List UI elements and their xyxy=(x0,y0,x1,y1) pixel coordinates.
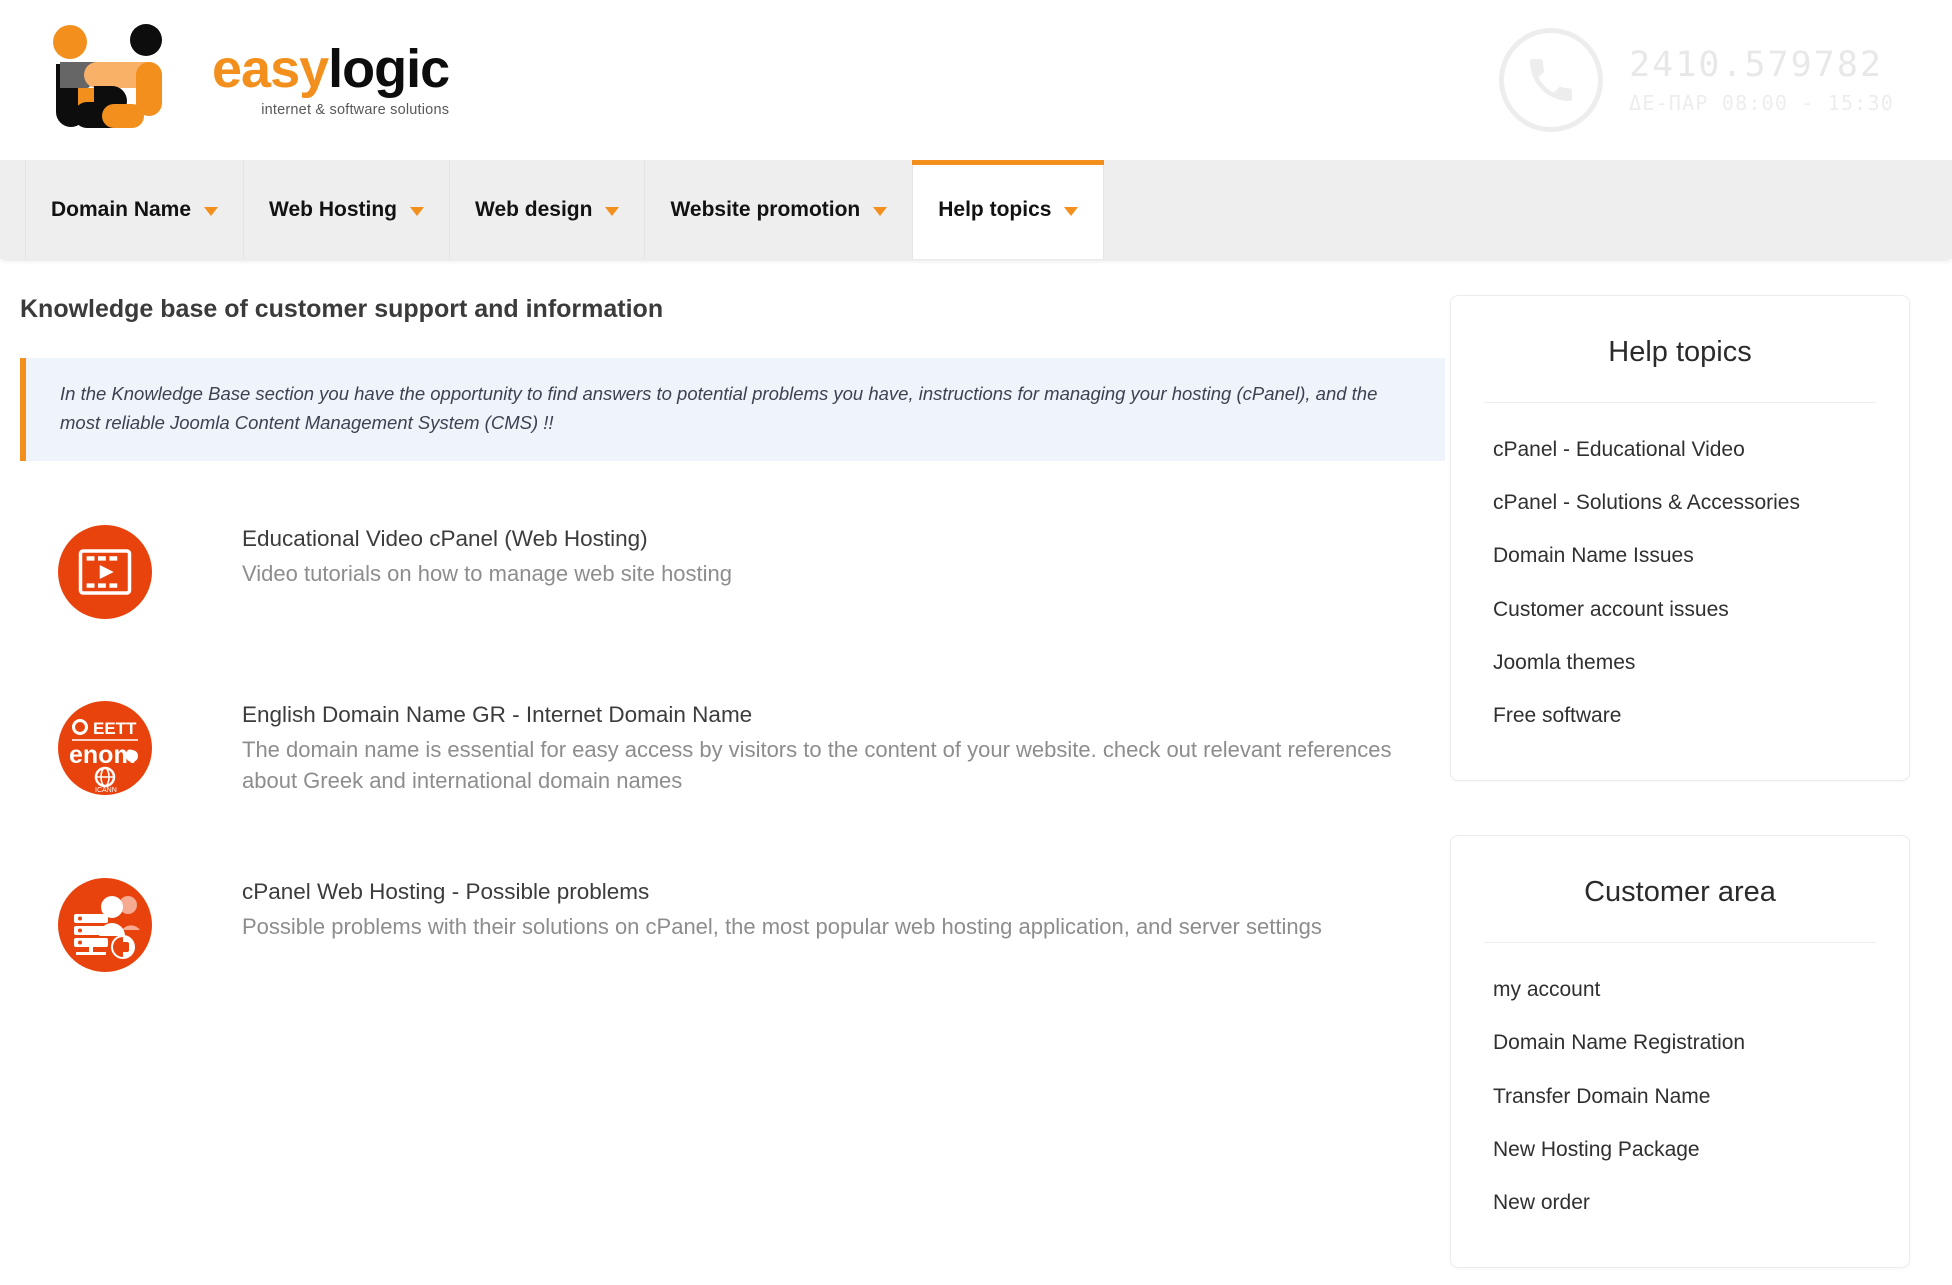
article-description: The domain name is essential for easy ac… xyxy=(242,737,1392,793)
chevron-down-icon xyxy=(873,206,888,216)
logo-tagline: internet & software solutions xyxy=(261,102,450,119)
logo-word-easy: easy xyxy=(212,39,329,100)
chevron-down-icon xyxy=(605,206,620,216)
page-title: Knowledge base of customer support and i… xyxy=(20,295,664,323)
nav-item-label: Web Hosting xyxy=(269,197,397,221)
help-topics-panel-title: Help topics xyxy=(1608,336,1752,368)
svg-text:EETT: EETT xyxy=(93,719,137,738)
chevron-down-icon xyxy=(204,206,219,216)
customer-area-item-new-order[interactable]: New order xyxy=(1451,1176,1909,1229)
phone-icon xyxy=(1499,28,1604,132)
registrar-logos-icon: EETT enom ICANN xyxy=(58,701,152,796)
nav-item-domain-name[interactable]: Domain Name xyxy=(25,160,245,259)
page-body: Knowledge base of customer support and i… xyxy=(0,259,1952,1285)
site-header: easylogic internet & software solutions … xyxy=(0,0,1952,160)
customer-area-item-domain-name-registration[interactable]: Domain Name Registration xyxy=(1451,1016,1909,1069)
customer-area-item-transfer-domain-name[interactable]: Transfer Domain Name xyxy=(1451,1070,1909,1123)
divider xyxy=(1484,402,1876,403)
svg-text:ICANN: ICANN xyxy=(95,787,117,794)
article-title[interactable]: English Domain Name GR - Internet Domain… xyxy=(242,701,1422,730)
nav-item-web-design[interactable]: Web design xyxy=(449,160,646,259)
customer-area-panel: Customer area my account Domain Name Reg… xyxy=(1450,835,1910,1269)
svg-text:enom: enom xyxy=(69,741,136,769)
article-item[interactable]: cPanel Web Hosting - Possible problems P… xyxy=(20,874,1450,972)
main-navigation: Domain Name Web Hosting Web design Websi… xyxy=(0,160,1952,259)
nav-item-website-promotion[interactable]: Website promotion xyxy=(644,160,914,259)
server-users-cpanel-icon xyxy=(58,877,152,972)
help-topic-item-free-software[interactable]: Free software xyxy=(1451,689,1909,742)
article-item[interactable]: EETT enom ICANN English Domain Name GR -… xyxy=(20,697,1450,796)
help-topic-item-cpanel-educational-video[interactable]: cPanel - Educational Video xyxy=(1451,423,1909,476)
article-description: Possible problems with their solutions o… xyxy=(242,913,1322,939)
logo-word-logic: logic xyxy=(328,39,450,100)
help-topic-item-joomla-themes[interactable]: Joomla themes xyxy=(1451,636,1909,689)
header-contact: 2410.579782 ΔΕ-ΠΑΡ 08:00 - 15:30 xyxy=(1499,28,1894,132)
nav-item-help-topics[interactable]: Help topics xyxy=(912,160,1105,259)
chevron-down-icon xyxy=(410,206,424,216)
brand-logo[interactable]: easylogic internet & software solutions xyxy=(38,24,450,136)
nav-item-label: Web design xyxy=(475,197,593,221)
customer-area-item-new-hosting-package[interactable]: New Hosting Package xyxy=(1451,1123,1909,1176)
sidebar: Help topics cPanel - Educational Video c… xyxy=(1450,295,1910,1285)
nav-item-web-hosting[interactable]: Web Hosting xyxy=(243,160,450,259)
contact-hours: ΔΕ-ΠΑΡ 08:00 - 15:30 xyxy=(1629,91,1894,116)
customer-area-panel-title: Customer area xyxy=(1584,876,1776,909)
chevron-down-icon xyxy=(1064,206,1079,216)
main-content: Knowledge base of customer support and i… xyxy=(0,295,1450,1050)
help-topic-item-customer-account-issues[interactable]: Customer account issues xyxy=(1451,583,1909,636)
help-topic-item-domain-name-issues[interactable]: Domain Name Issues xyxy=(1451,529,1909,582)
knowledge-base-notice: In the Knowledge Base section you have t… xyxy=(20,358,1445,462)
easylogic-mark-icon xyxy=(38,24,198,136)
contact-phone-number[interactable]: 2410.579782 xyxy=(1629,45,1894,85)
article-title[interactable]: Educational Video cPanel (Web Hosting) xyxy=(242,525,732,554)
article-description: Video tutorials on how to manage web sit… xyxy=(242,561,733,587)
nav-item-label: Domain Name xyxy=(51,197,192,221)
video-film-icon xyxy=(58,525,152,620)
help-topics-panel: Help topics cPanel - Educational Video c… xyxy=(1450,295,1910,782)
nav-item-label: Help topics xyxy=(938,197,1052,221)
customer-area-list: my account Domain Name Registration Tran… xyxy=(1451,963,1909,1229)
notice-text: In the Knowledge Base section you have t… xyxy=(60,383,1378,433)
divider xyxy=(1484,942,1876,944)
article-title[interactable]: cPanel Web Hosting - Possible problems xyxy=(242,878,1322,907)
article-item[interactable]: Educational Video cPanel (Web Hosting) V… xyxy=(20,521,1450,620)
help-topics-list: cPanel - Educational Video cPanel - Solu… xyxy=(1451,423,1909,742)
help-topic-item-cpanel-solutions-accessories[interactable]: cPanel - Solutions & Accessories xyxy=(1451,476,1909,529)
nav-item-label: Website promotion xyxy=(670,197,861,221)
customer-area-item-my-account[interactable]: my account xyxy=(1451,963,1909,1016)
